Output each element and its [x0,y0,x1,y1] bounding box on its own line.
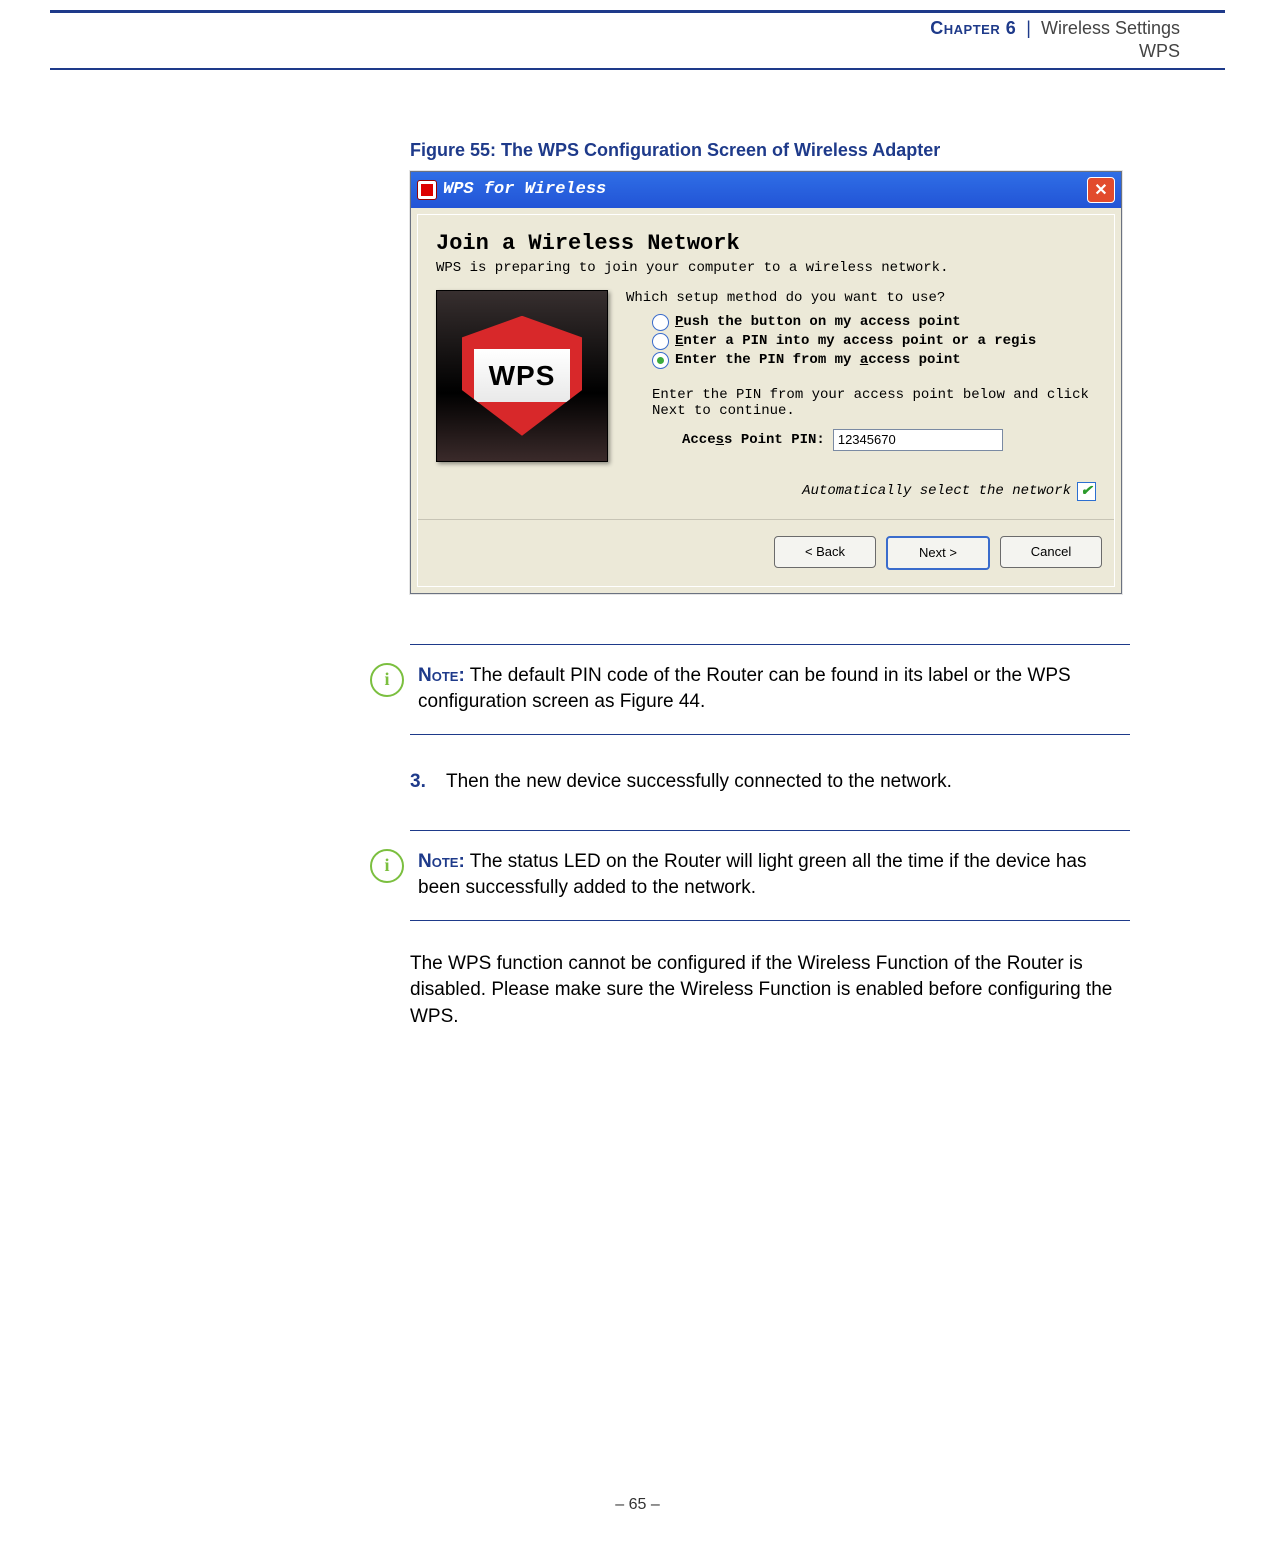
auto-select-label: Automatically select the network [802,483,1071,499]
chapter-label: Chapter 6 [930,18,1016,38]
pin-hint: Enter the PIN from your access point bel… [652,387,1096,419]
header-rule-bottom [50,68,1225,70]
wps-window: WPS for Wireless ✕ Join a Wireless Netwo… [410,171,1122,594]
header-separator: | [1026,18,1031,38]
header-title: Wireless Settings [1041,18,1180,38]
option-frompin-label-u: a [860,352,868,368]
note-block: i Note: The status LED on the Router wil… [410,830,1130,921]
wps-logo: WPS [436,290,608,462]
app-icon [417,180,437,200]
body-paragraph: The WPS function cannot be configured if… [410,951,1130,1031]
info-icon: i [370,663,404,697]
close-icon[interactable]: ✕ [1087,177,1115,203]
cancel-button[interactable]: Cancel [1000,536,1102,568]
option-enter-pin-from-ap[interactable]: Enter the PIN from my access point [652,352,1096,369]
wps-logo-text: WPS [489,360,556,392]
option-frompin-label-a: Enter the PIN from my [675,352,860,368]
window-title: WPS for Wireless [443,180,606,199]
next-button[interactable]: Next > [886,536,990,570]
window-body: Join a Wireless Network WPS is preparing… [417,214,1115,587]
wizard-subheading: WPS is preparing to join your computer t… [436,260,1096,276]
note-label: Note: [418,665,465,686]
figure-caption: Figure 55: The WPS Configuration Screen … [410,140,1130,161]
auto-select-checkbox[interactable]: ✔ [1077,482,1096,501]
option-push-button[interactable]: Push the button on my access point [652,314,1096,331]
page-header: Chapter 6 | Wireless Settings WPS [50,13,1225,64]
option-enter-pin-ap[interactable]: Enter a PIN into my access point or a re… [652,333,1096,350]
step-item: 3. Then the new device successfully conn… [410,769,1130,796]
info-icon: i [370,849,404,883]
window-titlebar: WPS for Wireless ✕ [411,172,1121,208]
step-text: Then the new device successfully connect… [446,769,952,796]
radio-icon [652,333,669,350]
pin-input[interactable] [833,429,1003,451]
note-label: Note: [418,851,465,872]
step-number: 3. [410,769,434,796]
wizard-button-bar: < Back Next > Cancel [418,519,1114,586]
header-subtitle: WPS [930,40,1180,63]
option-push-label: ush the button on my access point [683,314,960,330]
pin-label: Access Point PIN: [682,432,825,448]
note-text: The default PIN code of the Router can b… [418,665,1071,713]
setup-question: Which setup method do you want to use? [626,290,1096,306]
page-number: – 65 – [0,1496,1275,1514]
back-button[interactable]: < Back [774,536,876,568]
note-block: i Note: The default PIN code of the Rout… [410,644,1130,735]
note-text: The status LED on the Router will light … [418,851,1087,899]
radio-icon [652,352,669,369]
option-enterpin-label: nter a PIN into my access point or a reg… [683,333,1036,349]
option-frompin-label-b: ccess point [868,352,960,368]
wizard-heading: Join a Wireless Network [436,231,1096,256]
radio-icon [652,314,669,331]
